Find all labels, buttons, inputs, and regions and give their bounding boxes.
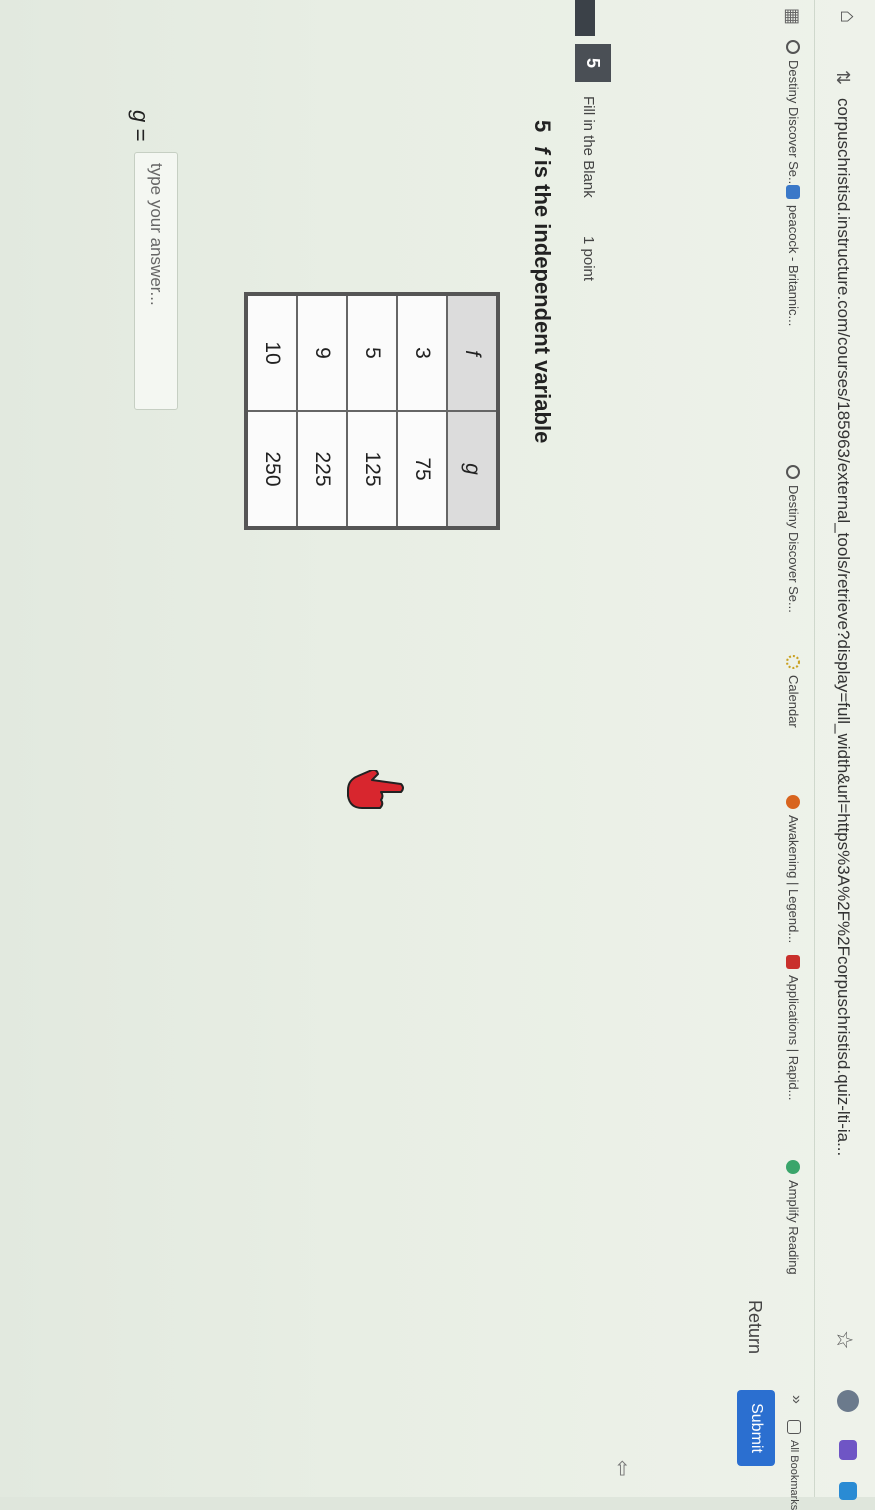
bookmark-item[interactable]: Amplify Reading bbox=[786, 1160, 801, 1275]
table-header: g bbox=[447, 411, 498, 528]
table-header: f bbox=[447, 294, 498, 411]
table-header-row: f g bbox=[447, 294, 498, 528]
destiny-icon bbox=[786, 40, 801, 54]
apps-grid-icon[interactable]: ▦ bbox=[782, 8, 803, 25]
bookmark-label: Destiny Discover Se... bbox=[786, 485, 801, 613]
bookmark-star-icon[interactable]: ☆ bbox=[831, 1330, 857, 1350]
calendar-icon bbox=[786, 655, 801, 669]
table-row: 9 225 bbox=[297, 294, 347, 528]
bookmark-label: Applications | Rapid... bbox=[786, 975, 801, 1101]
answer-label: g = bbox=[128, 110, 153, 142]
answer-input[interactable] bbox=[134, 152, 178, 410]
britannica-icon bbox=[786, 185, 801, 199]
question-title-number: 5 bbox=[530, 120, 555, 133]
bookmark-label: Calendar bbox=[786, 675, 801, 728]
table-cell: 9 bbox=[297, 294, 347, 411]
table-cell: 3 bbox=[397, 294, 447, 411]
question-points: 1 point bbox=[580, 236, 597, 282]
return-button[interactable]: Return bbox=[744, 1300, 765, 1354]
hand-cursor-icon bbox=[347, 770, 404, 809]
site-settings-icon[interactable]: ⇅ bbox=[832, 70, 853, 85]
variable-name: f bbox=[530, 146, 555, 154]
url-field[interactable]: corpuschristisd.instructure.com/courses/… bbox=[833, 98, 853, 1156]
question-title: 5 f is the independent variable bbox=[529, 120, 555, 443]
rapid-icon bbox=[786, 955, 801, 969]
folder-icon bbox=[787, 1420, 801, 1434]
submit-button[interactable]: Submit bbox=[737, 1390, 775, 1466]
destiny-icon bbox=[786, 465, 801, 479]
question-title-text: is the independent variable bbox=[530, 153, 555, 444]
bookmarks-bar: ▦ Destiny Discover Se... peacock - Brita… bbox=[773, 0, 813, 1510]
sidebar-indicator bbox=[575, 0, 595, 36]
home-icon[interactable]: ⌂ bbox=[835, 10, 861, 23]
table-cell: 75 bbox=[397, 411, 447, 528]
table-row: 3 75 bbox=[397, 294, 447, 528]
awakening-icon bbox=[786, 795, 801, 809]
bookmark-item[interactable]: Applications | Rapid... bbox=[786, 955, 801, 1101]
bookmark-item[interactable]: peacock - Britannic... bbox=[786, 185, 801, 326]
table-row: 5 125 bbox=[347, 294, 397, 528]
browser-window: ⌂ ⇅ corpuschristisd.instructure.com/cour… bbox=[0, 0, 875, 1510]
bookmark-item[interactable]: Calendar bbox=[786, 655, 801, 728]
bookmark-label: peacock - Britannic... bbox=[786, 205, 801, 327]
more-bookmarks-icon[interactable]: » bbox=[787, 1395, 805, 1404]
table-cell: 250 bbox=[246, 411, 297, 528]
bookmark-label: All Bookmarks bbox=[788, 1440, 800, 1510]
bookmark-label: Awakening | Legend... bbox=[786, 815, 801, 944]
arrow-icon[interactable]: ⇦ bbox=[610, 1460, 635, 1477]
address-bar-row: ⌂ ⇅ corpuschristisd.instructure.com/cour… bbox=[814, 0, 875, 1500]
bookmark-label: Amplify Reading bbox=[786, 1180, 801, 1275]
table-cell: 10 bbox=[246, 294, 297, 411]
extension-icon[interactable] bbox=[839, 1482, 857, 1500]
table-row: 10 250 bbox=[246, 294, 297, 528]
question-number-badge: 5 bbox=[575, 44, 611, 82]
table-cell: 225 bbox=[297, 411, 347, 528]
table-cell: 5 bbox=[347, 294, 397, 411]
bookmark-label: Destiny Discover Se... bbox=[786, 60, 801, 188]
data-table: f g 3 75 5 125 9 225 10 250 bbox=[244, 292, 500, 530]
extension-icon[interactable] bbox=[839, 1440, 857, 1460]
bookmark-item[interactable]: Destiny Discover Se... bbox=[786, 465, 801, 613]
table-cell: 125 bbox=[347, 411, 397, 528]
bookmark-item[interactable]: Destiny Discover Se... bbox=[786, 40, 801, 188]
extension-icon[interactable] bbox=[837, 1390, 859, 1412]
question-type: Fill in the Blank bbox=[580, 96, 597, 198]
amplify-icon bbox=[786, 1160, 801, 1174]
bookmark-item[interactable]: Awakening | Legend... bbox=[786, 795, 801, 943]
